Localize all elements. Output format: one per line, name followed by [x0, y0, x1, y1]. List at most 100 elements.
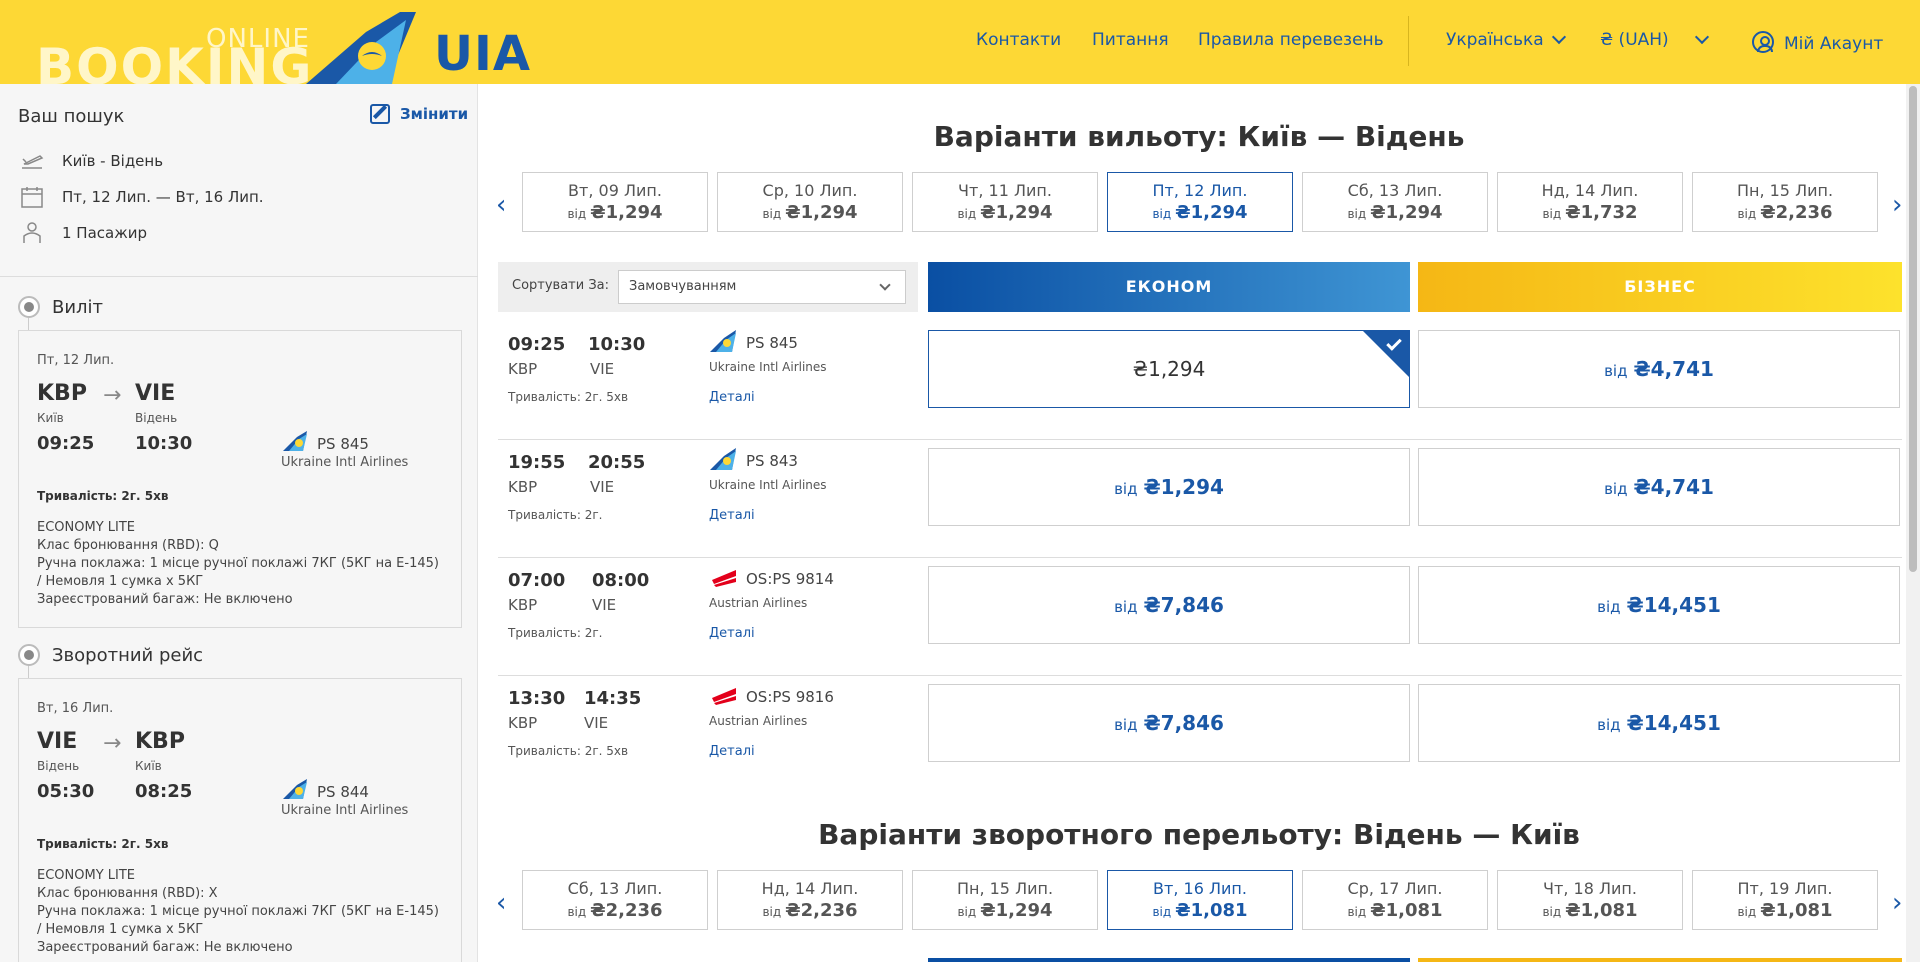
date-option[interactable]: Вт, 09 Лип. від ₴1,294 [522, 172, 708, 232]
search-dates: Пт, 12 Лип. — Вт, 16 Лип. [20, 186, 264, 208]
date-option[interactable]: Ср, 10 Лип. від ₴1,294 [717, 172, 903, 232]
from-label: від [762, 905, 782, 919]
change-search-button[interactable]: Змінити [370, 104, 468, 124]
chevron-down-icon [1551, 29, 1566, 45]
fare-hand-luggage: Ручна поклажа: 1 місце ручної поклажі 7К… [37, 904, 439, 937]
summary-dep-time: 09:25 [37, 433, 95, 454]
prev-dates-arrow-icon[interactable]: ‹ [496, 888, 506, 918]
from-label: від [1597, 598, 1621, 616]
nav-contacts[interactable]: Контакти [976, 30, 1061, 50]
account-link[interactable]: Мій Акаунт [1752, 27, 1883, 54]
fare-name: ECONOMY LITE [37, 520, 136, 535]
search-route: Київ - Відень [20, 150, 163, 172]
business-class-header[interactable]: БІЗНЕС [1418, 262, 1902, 312]
nav-questions[interactable]: Питання [1092, 30, 1169, 50]
chevron-down-icon [879, 279, 891, 291]
search-sidebar: Ваш пошук Змінити Київ - Відень Пт, 12 Л… [0, 84, 478, 962]
logo-uia-text: UIA [434, 26, 531, 82]
econom-price[interactable]: від ₴7,846 [928, 566, 1410, 644]
arr-time: 14:35 [584, 688, 642, 709]
summary-airline: Ukraine Intl Airlines [281, 803, 409, 818]
uia-tail-icon [283, 431, 307, 451]
date-option[interactable]: Нд, 14 Лип. від ₴1,732 [1497, 172, 1683, 232]
date-option[interactable]: Ср, 17 Лип. від ₴1,081 [1302, 870, 1488, 930]
inbound-heading-text: Зворотний рейс [52, 644, 204, 666]
dep-time: 13:30 [508, 688, 566, 709]
date-label: Пт, 12 Лип. [1152, 181, 1248, 200]
inbound-summary-card: Вт, 16 Лип. VIE → KBP Відень Київ 05:30 … [18, 678, 462, 962]
flight-row: 09:25 10:30 KBP VIE Тривалість: 2г. 5хв … [498, 322, 1902, 440]
summary-to-code: VIE [135, 381, 176, 406]
booking-logo[interactable]: ONLINE BOOKING UIA [36, 10, 530, 92]
date-price: ₴1,294 [1370, 202, 1443, 223]
date-option[interactable]: Чт, 11 Лип. від ₴1,294 [912, 172, 1098, 232]
summary-flight-number: PS 844 [317, 783, 369, 801]
uia-tail-icon [710, 448, 736, 470]
next-dates-arrow-icon[interactable]: › [1892, 190, 1902, 220]
econom-price[interactable]: від ₴7,846 [928, 684, 1410, 762]
dep-time: 19:55 [508, 452, 566, 473]
summary-from-city: Київ [37, 411, 64, 425]
from-label: від [1347, 207, 1367, 221]
business-price[interactable]: від ₴4,741 [1418, 330, 1900, 408]
date-price: ₴1,081 [1370, 900, 1443, 921]
sort-dropdown[interactable]: Замовчуванням [618, 270, 906, 304]
scrollbar-thumb[interactable] [1909, 86, 1917, 572]
date-option[interactable]: Пн, 15 Лип. від ₴2,236 [1692, 172, 1878, 232]
date-option[interactable]: Сб, 13 Лип. від ₴1,294 [1302, 172, 1488, 232]
date-option[interactable]: Пн, 15 Лип. від ₴1,294 [912, 870, 1098, 930]
business-price[interactable]: від ₴14,451 [1418, 684, 1900, 762]
date-price: ₴1,732 [1565, 202, 1638, 223]
details-link[interactable]: Деталі [709, 744, 755, 759]
nav-rules[interactable]: Правила перевезень [1198, 30, 1384, 50]
details-link[interactable]: Деталі [709, 626, 755, 641]
business-price[interactable]: від ₴14,451 [1418, 566, 1900, 644]
prev-dates-arrow-icon[interactable]: ‹ [496, 190, 506, 220]
outbound-date-strip: ‹ Вт, 09 Лип. від ₴1,294 Ср, 10 Лип. від ₴1,… [496, 172, 1904, 234]
date-price: ₴2,236 [590, 900, 663, 921]
date-option-selected[interactable]: Пт, 12 Лип. від ₴1,294 [1107, 172, 1293, 232]
econom-class-header[interactable]: ЕКОНОМ [928, 262, 1410, 312]
inbound-options-title: Варіанти зворотного перельоту: Відень — … [818, 818, 1580, 851]
details-link[interactable]: Деталі [709, 508, 755, 523]
flight-number: OS:PS 9816 [746, 688, 834, 706]
fare-name: ECONOMY LITE [37, 868, 136, 883]
from-label: від [567, 905, 587, 919]
business-price[interactable]: від ₴4,741 [1418, 448, 1900, 526]
arrow-right-icon: → [103, 383, 122, 408]
currency-selector[interactable]: ₴ (UAH) [1600, 29, 1709, 50]
price-value: ₴1,294 [1132, 357, 1206, 381]
from-code: KBP [508, 360, 538, 378]
date-label: Чт, 11 Лип. [958, 181, 1052, 200]
to-code: VIE [584, 714, 609, 732]
details-link[interactable]: Деталі [709, 390, 755, 405]
summary-from-code: VIE [37, 729, 78, 754]
date-price: ₴1,081 [1175, 900, 1248, 921]
date-option-selected[interactable]: Вт, 16 Лип. від ₴1,081 [1107, 870, 1293, 930]
summary-date: Пт, 12 Лип. [37, 353, 115, 368]
summary-date: Вт, 16 Лип. [37, 701, 114, 716]
dates-text: Пт, 12 Лип. — Вт, 16 Лип. [62, 188, 264, 206]
date-option[interactable]: Сб, 13 Лип. від ₴2,236 [522, 870, 708, 930]
date-price: ₴1,081 [1760, 900, 1833, 921]
date-price: ₴2,236 [1760, 202, 1833, 223]
summary-dep-time: 05:30 [37, 781, 95, 802]
next-dates-arrow-icon[interactable]: › [1892, 888, 1902, 918]
to-code: VIE [590, 360, 615, 378]
language-selector[interactable]: Українська [1446, 29, 1566, 50]
econom-price[interactable]: від ₴1,294 [928, 448, 1410, 526]
econom-price-selected[interactable]: ₴1,294 [928, 330, 1410, 408]
date-option[interactable]: Нд, 14 Лип. від ₴2,236 [717, 870, 903, 930]
date-price: ₴1,294 [590, 202, 663, 223]
outbound-summary-card: Пт, 12 Лип. KBP → VIE Київ Відень 09:25 … [18, 330, 462, 628]
date-option[interactable]: Пт, 19 Лип. від ₴1,081 [1692, 870, 1878, 930]
flight-row: 07:00 08:00 KBP VIE Тривалість: 2г. OS:P… [498, 558, 1902, 676]
sort-label: Сортувати За: [512, 278, 610, 293]
page-scrollbar[interactable] [1906, 84, 1920, 962]
calendar-icon [21, 187, 43, 208]
arrow-right-icon: → [103, 731, 122, 756]
date-option[interactable]: Чт, 18 Лип. від ₴1,081 [1497, 870, 1683, 930]
fare-conditions: ECONOMY LITE Клас бронювання (RBD): X Ру… [37, 867, 447, 957]
summary-from-city: Відень [37, 759, 80, 773]
fare-conditions: ECONOMY LITE Клас бронювання (RBD): Q Ру… [37, 519, 447, 609]
